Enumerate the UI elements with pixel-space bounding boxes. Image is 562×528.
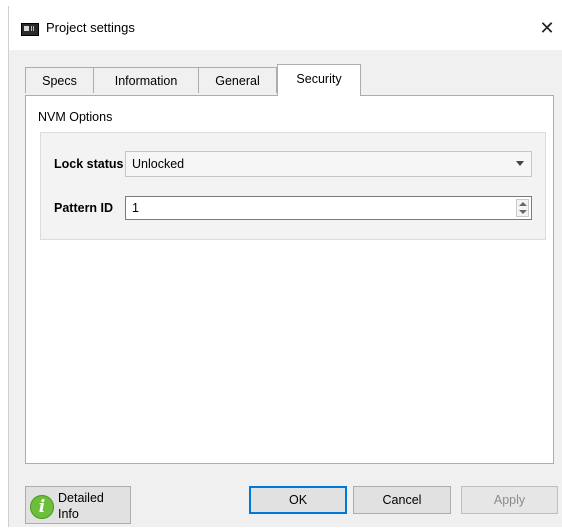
detailed-info-button[interactable]: i Detailed Info bbox=[25, 486, 131, 524]
spin-up-arrow-icon[interactable] bbox=[519, 202, 527, 206]
pattern-id-label: Pattern ID bbox=[54, 201, 114, 215]
tab-information[interactable]: Information bbox=[93, 67, 199, 93]
project-settings-dialog: Project settings ✕ Specs Information Gen… bbox=[8, 6, 562, 527]
security-tab-panel: NVM Options Lock status Unlocked Pattern… bbox=[25, 95, 554, 464]
title-bar: Project settings ✕ bbox=[9, 6, 562, 50]
tab-bar: Specs Information General Security bbox=[25, 64, 555, 96]
pattern-id-value: 1 bbox=[132, 201, 139, 215]
nvm-options-title: NVM Options bbox=[38, 110, 113, 124]
close-icon: ✕ bbox=[539, 17, 555, 38]
spin-down-arrow-icon[interactable] bbox=[519, 210, 527, 214]
chevron-down-icon bbox=[516, 161, 524, 166]
detailed-info-label: Detailed Info bbox=[58, 491, 104, 521]
lock-status-label: Lock status bbox=[54, 157, 124, 171]
spinner-arrows[interactable] bbox=[516, 199, 529, 217]
close-button[interactable]: ✕ bbox=[532, 6, 562, 50]
pattern-id-spinbox[interactable]: 1 bbox=[125, 196, 532, 220]
apply-button[interactable]: Apply bbox=[461, 486, 558, 514]
cancel-button[interactable]: Cancel bbox=[353, 486, 451, 514]
tab-specs[interactable]: Specs bbox=[25, 67, 94, 93]
info-icon: i bbox=[30, 495, 54, 519]
project-app-icon bbox=[21, 23, 39, 36]
nvm-options-group: Lock status Unlocked Pattern ID 1 bbox=[40, 132, 546, 240]
lock-status-value: Unlocked bbox=[132, 157, 185, 171]
lock-status-dropdown[interactable]: Unlocked bbox=[125, 151, 532, 177]
window-title: Project settings bbox=[46, 20, 135, 35]
tab-security[interactable]: Security bbox=[277, 64, 361, 96]
ok-button[interactable]: OK bbox=[249, 486, 347, 514]
tab-general[interactable]: General bbox=[198, 67, 277, 93]
